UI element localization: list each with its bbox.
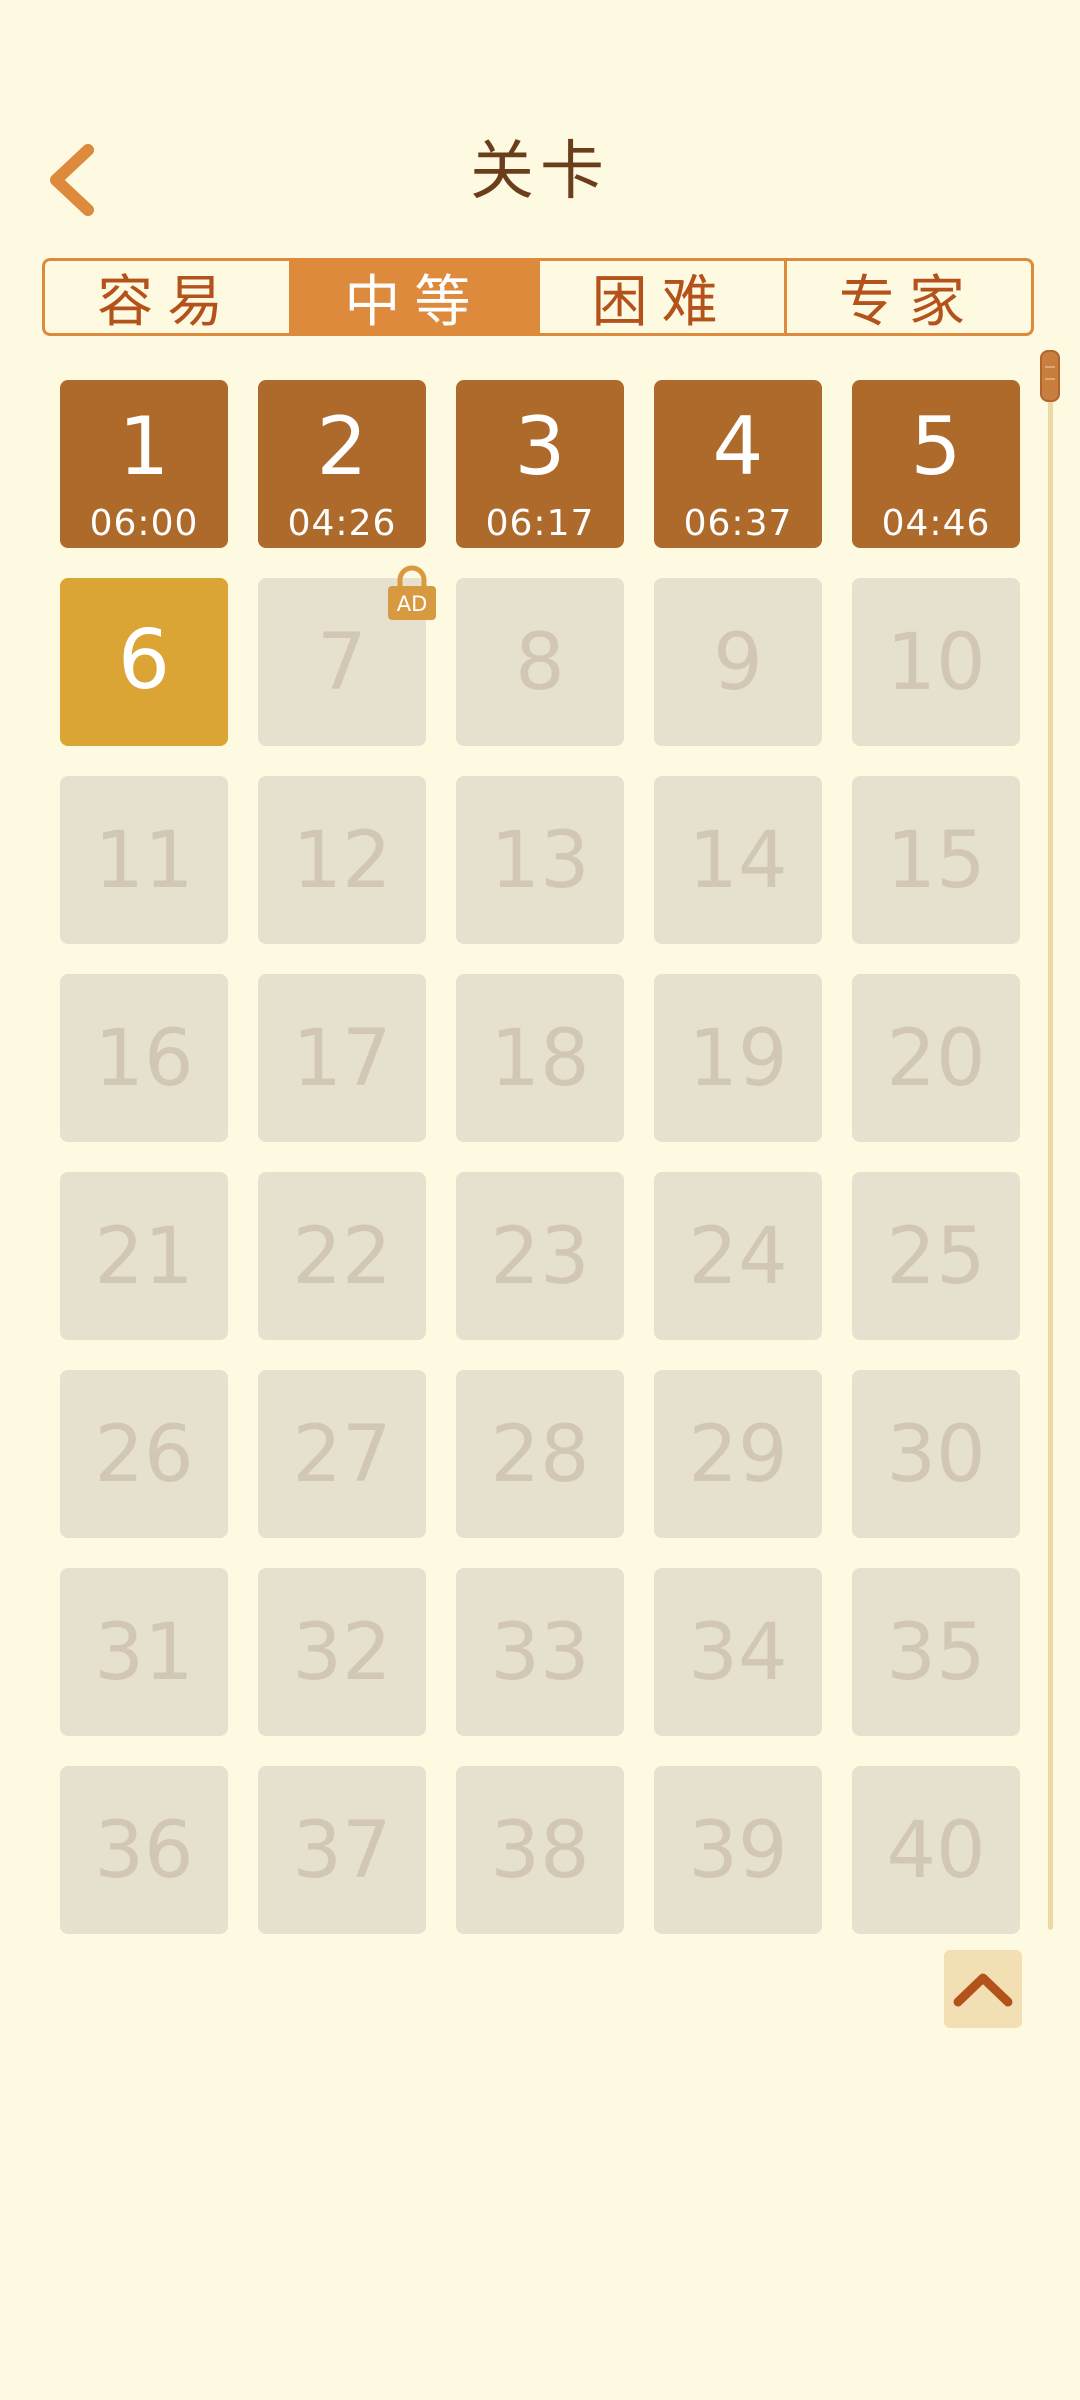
level-number: 4 (712, 400, 764, 493)
level-best-time: 04:26 (287, 503, 397, 544)
level-tile[interactable]: 33 (456, 1568, 624, 1736)
level-tile[interactable]: 13 (456, 776, 624, 944)
level-tile[interactable]: 35 (852, 1568, 1020, 1736)
level-number: 39 (688, 1806, 788, 1896)
tab-expert[interactable]: 专家 (783, 261, 1031, 333)
level-tile[interactable]: 36 (60, 1766, 228, 1934)
level-tile[interactable]: 22 (258, 1172, 426, 1340)
level-tile[interactable]: 32 (258, 1568, 426, 1736)
level-tile[interactable]: 4 06:37 (654, 380, 822, 548)
level-tile[interactable]: 17 (258, 974, 426, 1142)
level-tile[interactable]: 3 06:17 (456, 380, 624, 548)
level-number: 17 (292, 1014, 392, 1104)
level-number: 9 (713, 618, 763, 708)
level-number: 31 (94, 1608, 194, 1698)
level-number: 2 (316, 400, 368, 493)
level-tile[interactable]: 19 (654, 974, 822, 1142)
tab-medium[interactable]: 中等 (289, 261, 537, 333)
level-number: 24 (688, 1212, 788, 1302)
level-number: 37 (292, 1806, 392, 1896)
level-tile[interactable]: 29 (654, 1370, 822, 1538)
level-tile[interactable]: 31 (60, 1568, 228, 1736)
level-tile[interactable]: 27 (258, 1370, 426, 1538)
level-number: 1 (118, 400, 170, 493)
level-tile[interactable]: 24 (654, 1172, 822, 1340)
level-tile[interactable]: 39 (654, 1766, 822, 1934)
level-number: 3 (514, 400, 566, 493)
level-tile[interactable]: 15 (852, 776, 1020, 944)
level-best-time: 06:37 (683, 503, 793, 544)
level-number: 40 (886, 1806, 986, 1896)
level-tile[interactable]: 37 (258, 1766, 426, 1934)
level-tile[interactable]: 40 (852, 1766, 1020, 1934)
level-tile[interactable]: 18 (456, 974, 624, 1142)
level-number: 30 (886, 1410, 986, 1500)
level-number: 23 (490, 1212, 590, 1302)
level-tile[interactable]: 21 (60, 1172, 228, 1340)
scrollbar-track[interactable] (1048, 350, 1053, 1930)
level-number: 11 (94, 816, 194, 906)
level-number: 35 (886, 1608, 986, 1698)
level-tile[interactable]: 2 04:26 (258, 380, 426, 548)
level-tile[interactable]: 1 06:00 (60, 380, 228, 548)
level-number: 20 (886, 1014, 986, 1104)
scroll-to-top-button[interactable] (944, 1950, 1022, 2028)
level-tile[interactable]: 26 (60, 1370, 228, 1538)
level-number: 14 (688, 816, 788, 906)
level-number: 16 (94, 1014, 194, 1104)
level-number: 32 (292, 1608, 392, 1698)
level-tile[interactable]: 8 (456, 578, 624, 746)
level-number: 18 (490, 1014, 590, 1104)
level-best-time: 06:00 (89, 503, 199, 544)
level-tile[interactable]: 5 04:46 (852, 380, 1020, 548)
level-number: 15 (886, 816, 986, 906)
ad-lock-badge: AD (388, 565, 436, 620)
scrollbar-thumb[interactable] (1040, 350, 1060, 402)
difficulty-tabs: 容易 中等 困难 专家 (42, 258, 1034, 336)
level-number: 38 (490, 1806, 590, 1896)
lock-icon (397, 565, 427, 588)
level-number: 29 (688, 1410, 788, 1500)
level-tile[interactable]: 25 (852, 1172, 1020, 1340)
level-tile[interactable]: 28 (456, 1370, 624, 1538)
level-tile[interactable]: 30 (852, 1370, 1020, 1538)
page-title: 关卡 (470, 135, 610, 209)
level-number: 21 (94, 1212, 194, 1302)
level-number: 12 (292, 816, 392, 906)
level-tile[interactable]: 9 (654, 578, 822, 746)
chevron-up-icon (953, 1973, 1013, 2007)
level-number: 8 (515, 618, 565, 708)
level-number: 27 (292, 1410, 392, 1500)
level-number: 19 (688, 1014, 788, 1104)
level-number: 5 (910, 400, 962, 493)
level-tile[interactable]: 14 (654, 776, 822, 944)
level-tile[interactable]: 23 (456, 1172, 624, 1340)
level-best-time: 04:46 (881, 503, 991, 544)
level-tile[interactable]: 16 (60, 974, 228, 1142)
level-number: 25 (886, 1212, 986, 1302)
level-number: 28 (490, 1410, 590, 1500)
level-tile[interactable]: 20 (852, 974, 1020, 1142)
level-number: 22 (292, 1212, 392, 1302)
level-tile[interactable]: 34 (654, 1568, 822, 1736)
level-number: 26 (94, 1410, 194, 1500)
level-tile[interactable]: 10 (852, 578, 1020, 746)
level-number: 13 (490, 816, 590, 906)
level-best-time: 06:17 (485, 503, 595, 544)
level-number: 33 (490, 1608, 590, 1698)
level-tile[interactable]: 6 (60, 578, 228, 746)
level-tile[interactable]: 38 (456, 1766, 624, 1934)
level-number: 6 (117, 613, 171, 708)
level-number: 34 (688, 1608, 788, 1698)
level-number: 7 (317, 618, 367, 708)
tab-easy[interactable]: 容易 (45, 261, 289, 334)
level-number: 36 (94, 1806, 194, 1896)
level-number: 10 (886, 618, 986, 708)
ad-label: AD (397, 592, 428, 616)
level-tile[interactable]: 11 (60, 776, 228, 944)
level-tile[interactable]: 12 (258, 776, 426, 944)
tab-hard[interactable]: 困难 (536, 261, 784, 333)
